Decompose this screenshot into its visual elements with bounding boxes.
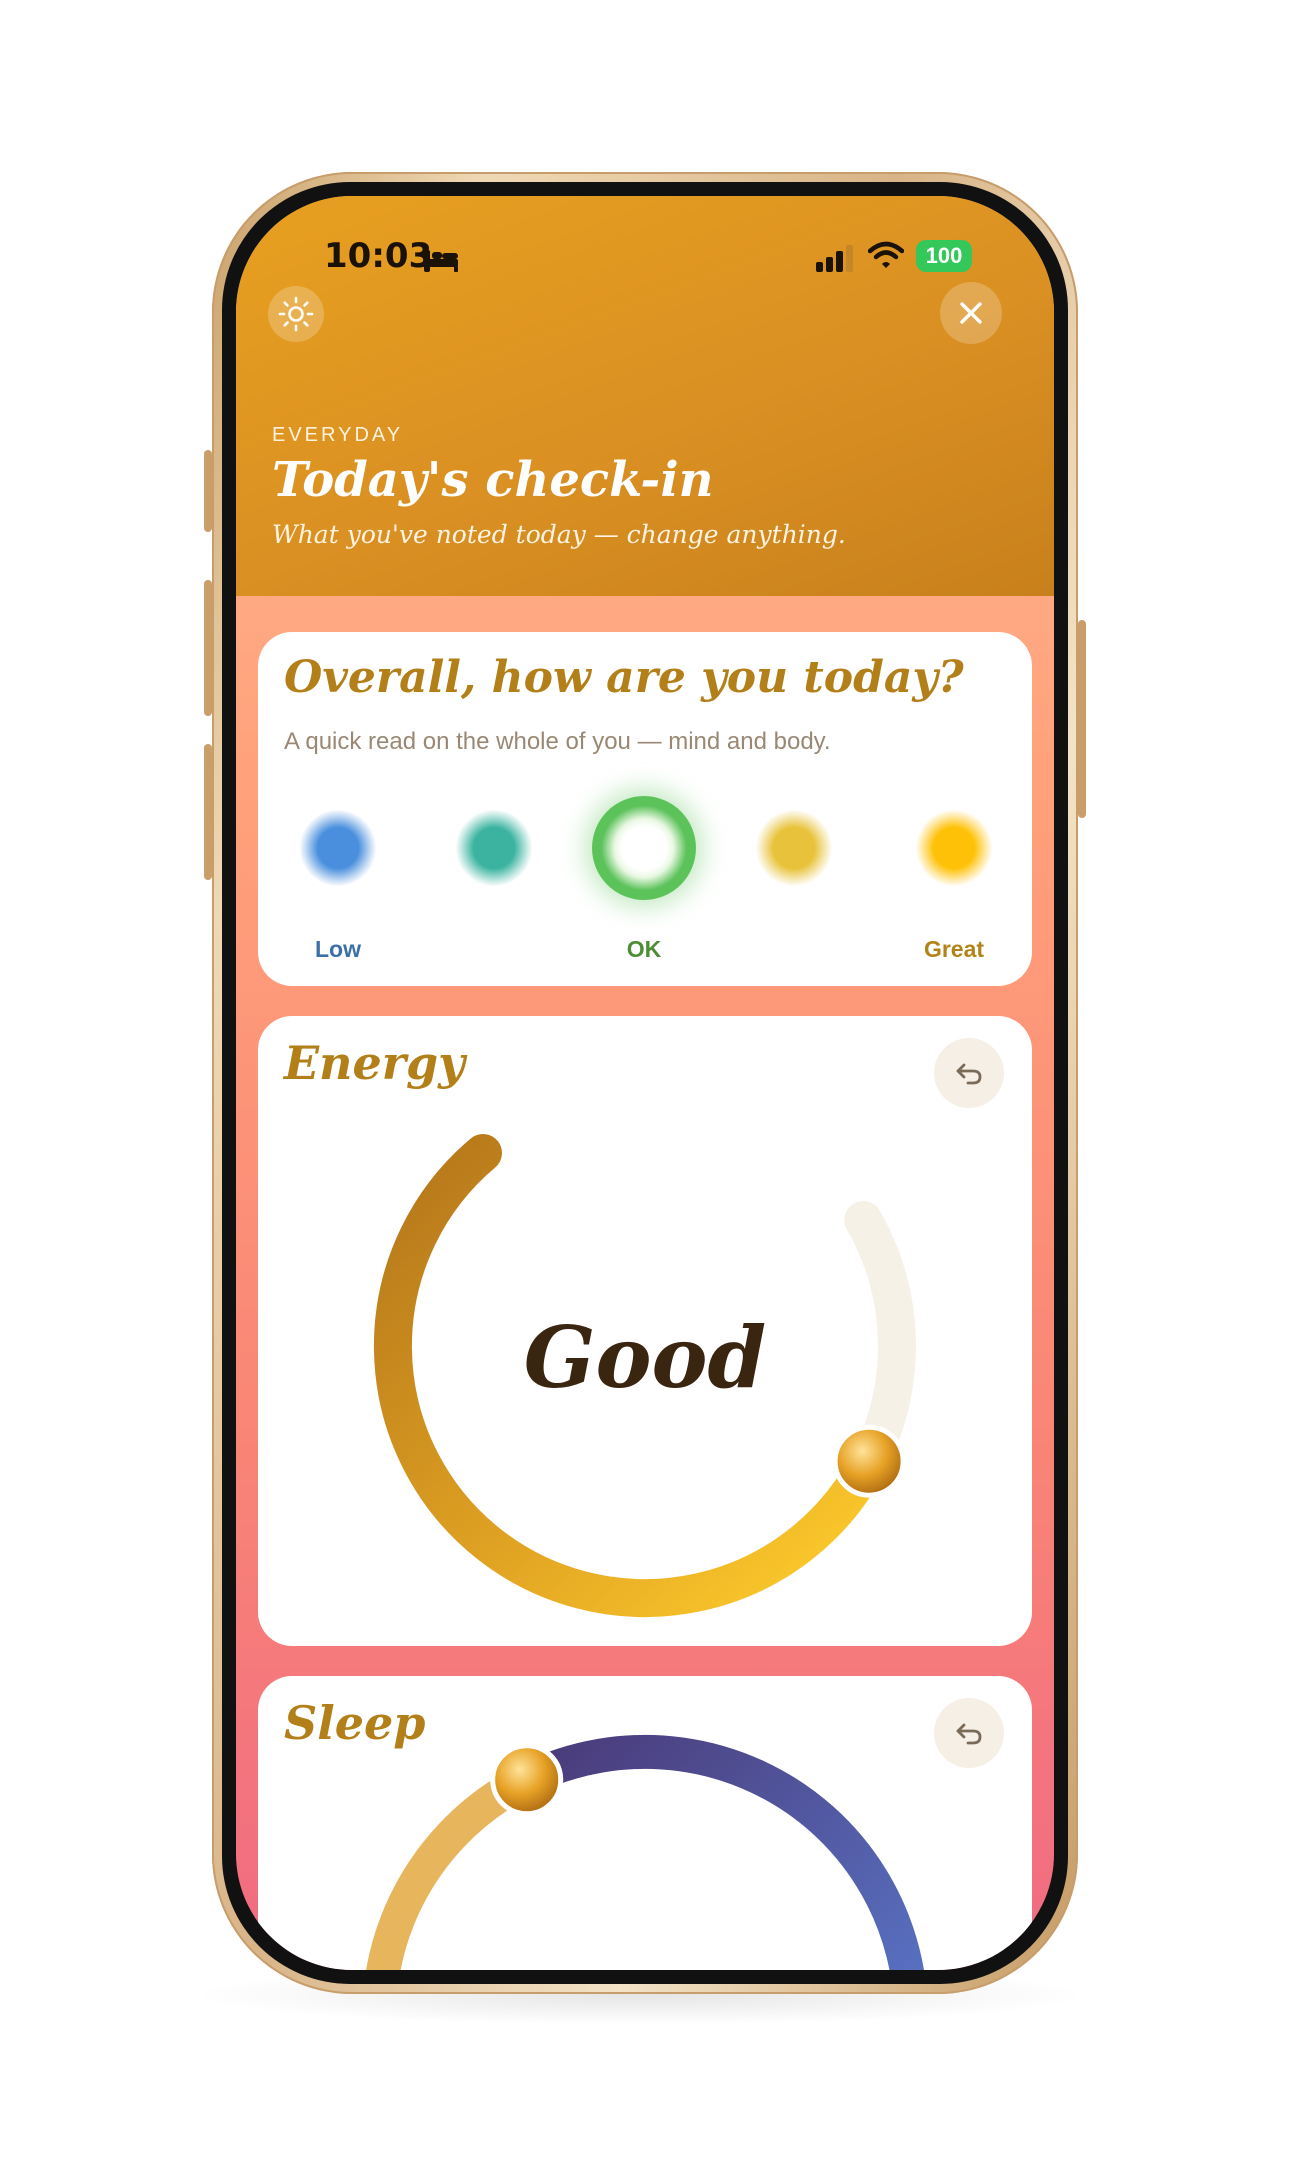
overall-mood-card: Overall, how are you today? A quick read… xyxy=(258,632,1032,986)
energy-card: Energy Good xyxy=(258,1016,1032,1646)
battery-icon: 100 xyxy=(916,240,972,272)
overall-subtitle: A quick read on the whole of you — mind … xyxy=(284,728,831,755)
mood-label-great: Great xyxy=(923,936,985,962)
page-subtitle: What you've noted today — change anythin… xyxy=(272,520,846,549)
bed-icon xyxy=(424,250,458,272)
dial-knob[interactable] xyxy=(490,1743,564,1817)
mood-label-ok: OK xyxy=(626,936,662,962)
power-button xyxy=(1078,620,1086,818)
mood-option-meh[interactable] xyxy=(456,810,532,886)
volume-up-button xyxy=(204,580,212,716)
status-time: 10:03 xyxy=(324,236,433,276)
mood-option-good[interactable] xyxy=(756,810,832,886)
mood-option-ok[interactable] xyxy=(592,796,696,900)
page-title: Today's check-in xyxy=(272,452,714,508)
mood-option-great[interactable] xyxy=(916,810,992,886)
checkin-header: 10:03 100 EVERYDAY Today's check-in What… xyxy=(236,196,1054,596)
app-screen: 10:03 100 EVERYDAY Today's check-in What… xyxy=(236,196,1054,1970)
overall-title: Overall, how are you today? xyxy=(284,652,964,703)
volume-down-button xyxy=(204,744,212,880)
settings-button[interactable] xyxy=(268,286,324,342)
cellular-signal-icon xyxy=(816,245,853,272)
sleep-dial-after xyxy=(509,1734,924,1970)
wifi-icon xyxy=(868,241,904,268)
action-button xyxy=(204,450,212,532)
dial-knob[interactable] xyxy=(832,1424,906,1498)
mood-label-low: Low xyxy=(315,936,361,962)
sleep-card: Sleep xyxy=(258,1676,1032,1970)
sun-icon xyxy=(278,296,314,332)
stage: 10:03 100 EVERYDAY Today's check-in What… xyxy=(0,0,1290,2170)
section-eyebrow: EVERYDAY xyxy=(272,424,404,446)
close-button[interactable] xyxy=(940,282,1002,344)
sleep-dial[interactable] xyxy=(258,1676,1032,1970)
energy-value-label: Good xyxy=(523,1308,767,1407)
close-icon xyxy=(960,302,982,324)
mood-option-low[interactable] xyxy=(300,810,376,886)
